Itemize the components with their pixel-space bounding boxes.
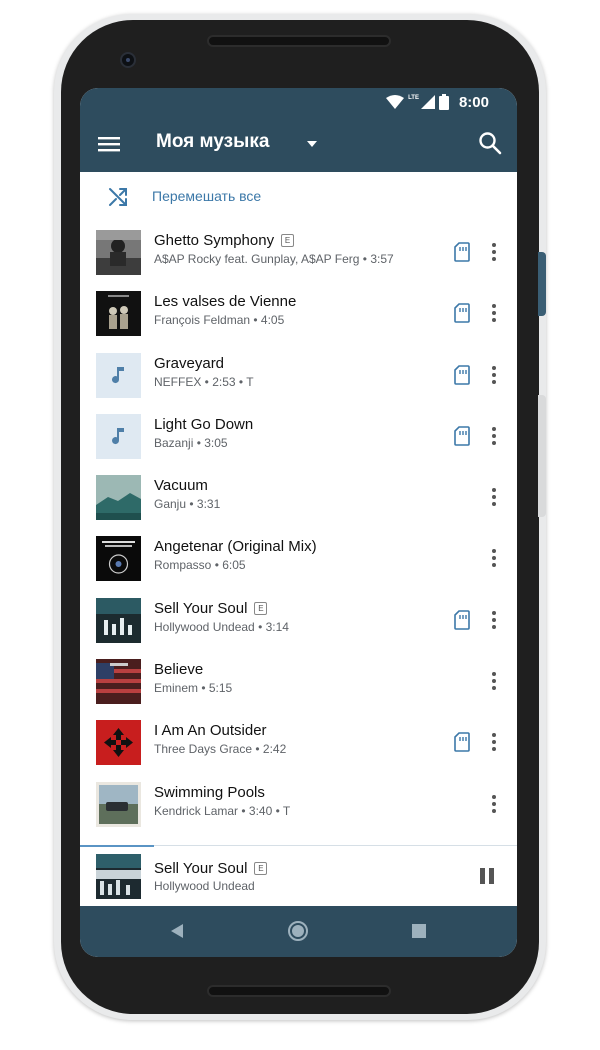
app-bar: Моя музыка [80,116,517,172]
track-row[interactable]: Angetenar (Original Mix) Rompasso • 6:05 [80,528,517,589]
track-title: Light Go Down [154,415,254,433]
album-art [96,597,141,643]
recents-square-icon[interactable] [412,924,426,938]
track-title: Sell Your Soul [154,599,248,617]
track-title: Les valses de Vienne [154,293,297,311]
explicit-badge: E [254,601,268,615]
track-subtitle: NEFFEX • 2:53 • T [154,374,254,389]
track-row[interactable]: Sell Your Soul E Hollywood Undead • 3:14 [80,590,517,651]
shuffle-all-label: Перемешать все [152,188,262,204]
now-playing-bar[interactable]: Sell Your Soul E Hollywood Undead [80,845,517,906]
track-title: Ghetto Symphony [154,232,275,249]
now-playing-art [96,854,141,899]
more-options-icon[interactable] [484,363,504,387]
more-options-icon[interactable] [484,730,504,754]
track-subtitle: Ganju • 3:31 [154,497,221,512]
track-row[interactable]: Graveyard NEFFEX • 2:53 • T [80,345,517,406]
sd-card-download-icon [454,364,470,385]
music-note-icon [96,413,141,459]
wifi-icon [386,95,405,109]
track-subtitle: François Feldman • 4:05 [154,313,285,328]
sd-card-download-icon [454,303,470,324]
track-subtitle: Hollywood Undead • 3:14 [154,619,289,634]
track-subtitle: A$AP Rocky feat. Gunplay, A$AP Ferg • 3:… [154,252,394,266]
track-title: Swimming Pools [154,783,265,801]
explicit-badge: E [281,234,295,247]
status-bar: LTE 8:00 [80,88,517,116]
more-options-icon[interactable] [484,485,504,509]
top-speaker [207,35,391,47]
status-clock: 8:00 [458,93,489,111]
album-art [96,781,141,827]
more-options-icon[interactable] [484,792,504,816]
search-icon[interactable] [477,130,503,156]
cell-signal-icon [420,95,435,109]
front-camera [120,52,136,68]
album-art [96,291,141,337]
track-title: Angetenar (Original Mix) [154,538,317,556]
page-title[interactable]: Моя музыка [156,131,269,153]
track-row[interactable]: Ghetto Symphony E A$AP Rocky feat. Gunplay… [80,222,517,283]
more-options-icon[interactable] [484,669,504,693]
shuffle-icon [109,188,127,206]
home-circle-icon[interactable] [287,920,309,942]
more-options-icon[interactable] [484,240,504,264]
shuffle-all-button[interactable]: Перемешать все [80,172,517,222]
track-subtitle: Rompasso • 6:05 [154,558,246,573]
back-triangle-icon[interactable] [168,922,186,940]
more-options-icon[interactable] [484,301,504,325]
volume-button [538,395,546,517]
pause-icon[interactable] [478,867,496,885]
explicit-badge: E [254,862,268,875]
sd-card-download-icon [454,609,470,630]
bottom-speaker [207,985,391,997]
track-subtitle: Three Days Grace • 2:42 [154,742,287,757]
more-options-icon[interactable] [484,608,504,632]
system-nav-bar [80,906,517,957]
more-options-icon[interactable] [484,546,504,570]
track-subtitle: Bazanji • 3:05 [154,435,228,450]
hamburger-menu-icon[interactable] [96,132,122,156]
track-row[interactable]: Vacuum Ganju • 3:31 [80,467,517,528]
track-row[interactable]: Swimming Pools Kendrick Lamar • 3:40 • T [80,774,517,835]
album-art [96,475,141,521]
album-art [96,536,141,582]
music-note-icon [96,352,141,398]
power-button [538,252,546,316]
track-row[interactable]: Light Go Down Bazanji • 3:05 [80,406,517,467]
sd-card-download-icon [454,732,470,753]
sd-card-download-icon [454,242,470,262]
album-art [96,230,141,275]
playback-progress [80,845,155,847]
now-playing-title: Sell Your Soul [154,860,248,877]
album-art [96,720,141,766]
track-list: Ghetto Symphony E A$AP Rocky feat. Gunplay… [80,222,517,835]
screen: LTE 8:00 Моя музыка Перемешать все Ghett… [80,88,517,957]
track-subtitle: Kendrick Lamar • 3:40 • T [154,803,291,818]
track-title: Vacuum [154,477,208,495]
battery-icon [438,94,449,110]
album-art [96,659,141,705]
track-title: Believe [154,661,204,679]
track-row[interactable]: I Am An Outsider Three Days Grace • 2:42 [80,712,517,773]
track-subtitle: Eminem • 5:15 [154,681,233,696]
more-options-icon[interactable] [484,424,504,448]
dropdown-arrow-icon[interactable] [304,138,320,150]
track-title: I Am An Outsider [154,722,267,740]
track-row[interactable]: Les valses de Vienne François Feldman • 4… [80,283,517,344]
now-playing-artist: Hollywood Undead [154,879,255,893]
lte-label: LTE [408,95,419,101]
sd-card-download-icon [454,426,470,446]
track-title: Graveyard [154,354,225,372]
track-row[interactable]: Believe Eminem • 5:15 [80,651,517,712]
